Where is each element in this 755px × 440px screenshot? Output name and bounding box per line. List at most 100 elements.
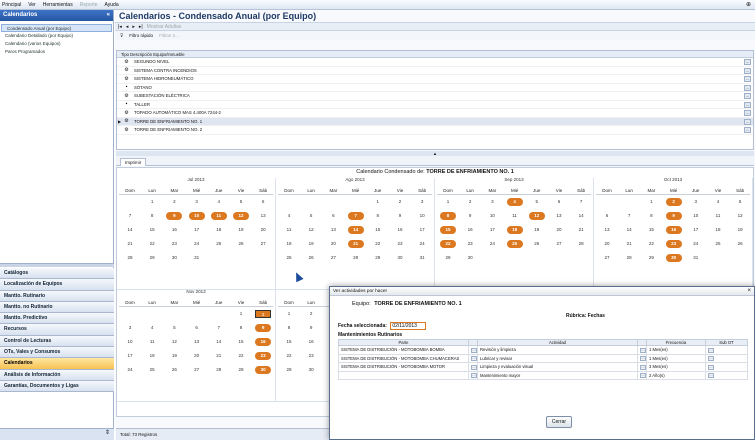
sidebar-item[interactable]: Paros Programados: [0, 48, 113, 56]
calendar-day[interactable]: 25: [506, 240, 523, 248]
subot-button[interactable]: …: [705, 345, 748, 355]
calendar-day[interactable]: 10: [122, 338, 138, 346]
calendar-day[interactable]: 16: [462, 226, 478, 234]
row-detail-button[interactable]: …: [744, 93, 751, 99]
activity-row[interactable]: SISTEMA DE DISTRIBUCIÓN - MOTOBOMBA CHUM…: [338, 353, 748, 363]
calendar-day[interactable]: 9: [462, 212, 478, 220]
calendar-day[interactable]: 1: [643, 198, 659, 206]
calendar-day[interactable]: 7: [211, 324, 227, 332]
calendar-day[interactable]: 9: [665, 212, 682, 220]
calendar-day[interactable]: 18: [211, 226, 227, 234]
calendar-day[interactable]: 3: [122, 324, 138, 332]
calendar-day[interactable]: 18: [506, 226, 523, 234]
actividad-select-button[interactable]: …: [637, 370, 647, 380]
calendar-day[interactable]: 13: [599, 226, 615, 234]
sidebar-item[interactable]: Calendario (varios Equipos): [0, 40, 113, 48]
calendar-day[interactable]: 20: [255, 226, 271, 234]
calendar-day[interactable]: 1: [281, 310, 297, 318]
calendar-day[interactable]: 21: [347, 240, 364, 248]
calendar-day[interactable]: 18: [144, 352, 160, 360]
actividad-select-button[interactable]: …: [637, 362, 647, 372]
calendar-day[interactable]: 26: [166, 366, 182, 374]
calendar-day[interactable]: 12: [732, 212, 748, 220]
calendar-day[interactable]: 13: [189, 338, 205, 346]
calendar-day[interactable]: 23: [166, 240, 182, 248]
nav-button[interactable]: Recursos: [0, 324, 114, 336]
table-row[interactable]: ⚙ SEGUNDO NIVEL…: [117, 58, 753, 67]
collapse-icon[interactable]: «: [107, 12, 110, 19]
nav-button[interactable]: Mantto. Rutinario: [0, 290, 114, 302]
calendar-day[interactable]: 28: [348, 254, 364, 262]
table-row[interactable]: ⚙ SISTEMA CONTRA INCENDIOS…: [117, 67, 753, 75]
tab-imprimir[interactable]: Imprimir: [120, 158, 147, 166]
calendar-day[interactable]: 28: [211, 366, 227, 374]
calendar-day[interactable]: 19: [233, 226, 249, 234]
row-detail-button[interactable]: …: [744, 101, 751, 108]
nav-button[interactable]: Calendarios: [0, 358, 114, 370]
calendar-day[interactable]: 18: [281, 240, 297, 248]
calendar-day[interactable]: 24: [189, 240, 205, 248]
calendar-day[interactable]: 6: [599, 212, 615, 220]
parte-select-button[interactable]: …: [468, 353, 478, 363]
table-row[interactable]: ⚙ TORRE DE ENFRIAMIENTO NO. 2…: [117, 126, 753, 135]
calendar-day[interactable]: 23: [392, 240, 408, 248]
expand-icon[interactable]: ⇕: [105, 430, 110, 436]
calendar-day[interactable]: 27: [325, 254, 341, 262]
row-detail-button[interactable]: …: [744, 110, 751, 116]
calendar-day[interactable]: 6: [189, 324, 205, 332]
nav-button[interactable]: Control de Lecturas: [0, 335, 114, 348]
calendar-day[interactable]: 30: [166, 254, 182, 262]
calendar-day[interactable]: 7: [621, 212, 637, 220]
calendar-day[interactable]: 22: [643, 240, 659, 248]
menu-ver[interactable]: Ver: [28, 2, 36, 8]
parte-select-button[interactable]: …: [468, 362, 478, 372]
pin-icon[interactable]: ⊕: [746, 1, 751, 8]
calendar-day[interactable]: 8: [370, 212, 386, 220]
calendar-day[interactable]: 15: [370, 226, 386, 234]
calendar-day[interactable]: 14: [347, 226, 364, 234]
calendar-day[interactable]: 31: [189, 254, 205, 262]
calendar-day[interactable]: 17: [122, 352, 138, 360]
calendar-day[interactable]: 24: [688, 240, 704, 248]
calendar-day[interactable]: 26: [529, 240, 545, 248]
calendar-day[interactable]: 5: [233, 198, 249, 206]
calendar-day[interactable]: 14: [122, 226, 138, 234]
calendar-day[interactable]: 15: [440, 226, 456, 234]
calendar-day[interactable]: 29: [440, 254, 456, 262]
calendar-day[interactable]: 31: [414, 254, 430, 262]
row-detail-button[interactable]: …: [744, 118, 751, 125]
calendar-day[interactable]: 26: [233, 240, 249, 248]
calendar-day[interactable]: 19: [303, 240, 319, 248]
calendar-day[interactable]: 2: [392, 198, 408, 206]
calendar-day[interactable]: 28: [122, 254, 138, 262]
subot-button[interactable]: …: [705, 362, 748, 372]
calendar-day[interactable]: 1: [440, 198, 456, 206]
calendar-day[interactable]: 4: [710, 198, 726, 206]
calendar-day[interactable]: 11: [210, 212, 227, 220]
nav-button[interactable]: Análisis de Información: [0, 369, 114, 381]
calendar-day[interactable]: 8: [281, 324, 297, 332]
calendar-day[interactable]: 20: [189, 352, 205, 360]
calendar-day[interactable]: 24: [414, 240, 430, 248]
subot-button[interactable]: …: [705, 370, 748, 380]
menu-ayuda[interactable]: Ayuda: [105, 2, 119, 8]
calendar-day[interactable]: 3: [484, 198, 500, 206]
calendar-day[interactable]: 1: [144, 198, 160, 206]
nav-button[interactable]: Catálogos: [0, 268, 114, 280]
calendar-day[interactable]: 22: [440, 240, 456, 248]
calendar-day[interactable]: 6: [255, 198, 271, 206]
nav-button[interactable]: OTs, Vales y Consumos: [0, 347, 114, 359]
calendar-day[interactable]: 25: [211, 240, 227, 248]
calendar-day[interactable]: 7: [122, 212, 138, 220]
calendar-day[interactable]: 30: [255, 366, 272, 374]
calendar-day[interactable]: 23: [255, 352, 272, 360]
last-icon[interactable]: ▸|: [139, 24, 143, 30]
calendar-day[interactable]: 2: [303, 310, 319, 318]
calendar-day[interactable]: 19: [529, 226, 545, 234]
calendar-day[interactable]: 10: [688, 212, 704, 220]
calendar-day[interactable]: 15: [643, 226, 659, 234]
calendar-day[interactable]: 4: [211, 198, 227, 206]
calendar-day[interactable]: 16: [392, 226, 408, 234]
calendar-day[interactable]: 27: [551, 240, 567, 248]
calendar-day[interactable]: 26: [303, 254, 319, 262]
